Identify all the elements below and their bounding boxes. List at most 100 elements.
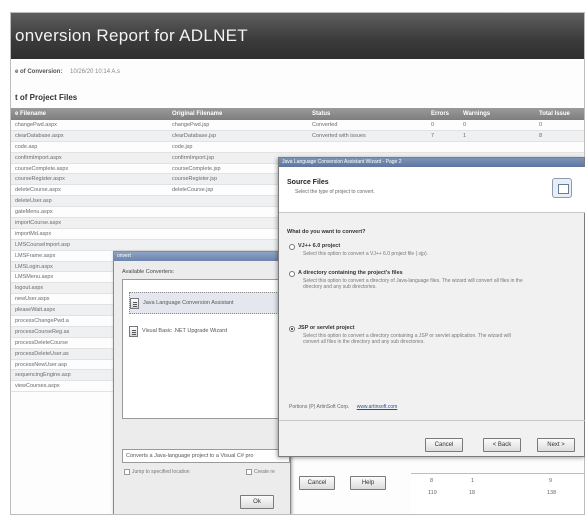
help-button[interactable]: Help xyxy=(350,476,386,490)
table-cell: pleaseWait.aspx xyxy=(15,307,56,314)
table-cell: courseRegister.aspx xyxy=(15,176,65,183)
back-button[interactable]: < Back xyxy=(483,438,521,452)
cancel-button[interactable]: Cancel xyxy=(299,476,335,490)
table-cell: code.asp xyxy=(15,143,38,150)
summary-total: 9 xyxy=(549,478,553,484)
wizard-caption: Java Language Conversion Assistant Wizar… xyxy=(279,158,584,167)
column-header: Total Issue xyxy=(539,111,570,117)
table-cell: processNewUser.asp xyxy=(15,361,67,368)
wizard-header: Source Files Select the type of project … xyxy=(279,167,585,213)
java-converter-icon xyxy=(130,297,139,309)
table-cell: processDeleteUser.as xyxy=(15,350,69,357)
table-row: clearDatabase.aspx clearDatabase.jsp Conve… xyxy=(11,130,584,142)
table-cell: courseComplete.jsp xyxy=(172,165,221,172)
table-cell: LMSLogin.aspx xyxy=(15,263,53,270)
table-cell: deleteCourse.aspx xyxy=(15,187,61,194)
table-cell: clearDatabase.jsp xyxy=(172,132,217,139)
column-header: Errors xyxy=(431,111,450,117)
table-cell: confirmImport.jsp xyxy=(172,154,215,161)
wizard-footer: Portions (P) ArtinSoft Corp. www.artinso… xyxy=(289,404,397,410)
vb-converter-icon xyxy=(129,325,138,337)
wizard-question: What do you want to convert? xyxy=(287,229,366,235)
convert-dialog: onvert Available Converters: Java Langua… xyxy=(113,251,291,514)
table-cell: processCourseReg.as xyxy=(15,328,70,335)
table-cell: sequencingEngine.asp xyxy=(15,372,71,379)
option-description: Select this option to convert a VJ++ 6.0… xyxy=(303,251,429,257)
option-directory[interactable]: A directory containing the project's fil… xyxy=(289,270,574,304)
converters-label: Available Converters: xyxy=(122,269,175,275)
column-header: Warnings xyxy=(463,111,491,117)
table-cell: LMSCourseImport.asp xyxy=(15,241,71,248)
table-header: e Filename Original Filename Status Erro… xyxy=(11,108,584,120)
divider xyxy=(279,420,585,421)
converter-description: Converts a Java-language project to a Vi… xyxy=(122,449,290,463)
summary-errors: 8 xyxy=(430,478,434,484)
option-title: A directory containing the project's fil… xyxy=(298,270,403,276)
table-cell: deleteUser.asp xyxy=(15,198,52,205)
table-cell: LMSMenu.aspx xyxy=(15,274,54,281)
converter-item-label: Visual Basic .NET Upgrade Wizard xyxy=(142,328,228,334)
table-cell: 0 xyxy=(539,122,543,128)
table-cell: 0 xyxy=(463,122,467,128)
option-jsp-servlet[interactable]: JSP or servlet project Select this optio… xyxy=(289,325,574,359)
table-cell: code.jsp xyxy=(172,143,193,150)
table-cell: importCourse.aspx xyxy=(15,220,62,227)
create-report-checkbox[interactable]: Create re xyxy=(246,469,275,475)
table-cell: changePwd.aspx xyxy=(15,122,57,128)
conversion-date-value: 10/26/20 10:14 A.s xyxy=(70,69,121,75)
radio-button[interactable] xyxy=(289,244,295,250)
converter-item-label: Java Language Conversion Assistant xyxy=(143,300,234,306)
wizard-header-title: Source Files xyxy=(287,179,329,186)
option-title: VJ++ 6.0 project xyxy=(298,243,341,249)
option-description: Select this option to convert a director… xyxy=(303,333,511,345)
table-cell: importMd.aspx xyxy=(15,230,52,237)
option-description: Select this option to convert a director… xyxy=(303,278,523,290)
table-cell: courseRegister.jsp xyxy=(172,176,218,183)
radio-button[interactable] xyxy=(289,271,295,277)
jump-to-location-checkbox[interactable]: Jump to specified location xyxy=(124,469,190,475)
converter-item-java[interactable]: Java Language Conversion Assistant xyxy=(129,292,281,314)
conversion-date: e of Conversion: 10/26/20 10:14 A.s xyxy=(15,69,120,75)
wizard-cancel-button[interactable]: Cancel xyxy=(425,438,463,452)
table-cell: LMSFrame.aspx xyxy=(15,252,56,259)
conversion-date-label: e of Conversion: xyxy=(15,69,63,75)
table-cell: deleteCourse.jsp xyxy=(172,187,214,194)
radio-button-selected[interactable] xyxy=(289,326,295,332)
checkbox-label: Jump to specified location xyxy=(132,469,190,475)
column-header: e Filename xyxy=(15,111,47,117)
summary-total: 138 xyxy=(547,490,557,496)
report-title: onversion Report for ADLNET xyxy=(11,13,584,59)
table-cell: processDeleteCourse xyxy=(15,339,68,346)
table-cell: clearDatabase.aspx xyxy=(15,132,64,139)
table-cell: Converted xyxy=(312,122,338,128)
table-cell: 8 xyxy=(539,132,543,139)
option-vj-project[interactable]: VJ++ 6.0 project Select this option to c… xyxy=(289,243,574,265)
table-cell: gateMenu.aspx xyxy=(15,209,53,216)
wizard-header-subtitle: Select the type of project to convert. xyxy=(295,189,375,195)
checkbox-box[interactable] xyxy=(124,469,130,475)
column-header: Original Filename xyxy=(172,111,223,117)
checkbox-box[interactable] xyxy=(246,469,252,475)
summary-rows: 8 1 9 119 18 138 xyxy=(411,473,584,514)
wizard-logo-icon xyxy=(552,178,572,198)
table-cell: confirmImport.aspx xyxy=(15,154,62,161)
next-button[interactable]: Next > xyxy=(537,438,575,452)
conversion-wizard: Java Language Conversion Assistant Wizar… xyxy=(278,157,585,457)
table-cell: processChangePwd.a xyxy=(15,318,69,325)
table-cell: logout.aspx xyxy=(15,285,44,292)
artinsoft-link[interactable]: www.artinsoft.com xyxy=(357,404,398,410)
table-cell: newUser.aspx xyxy=(15,296,50,303)
table-cell: courseComplete.aspx xyxy=(15,165,69,172)
converter-item-vb[interactable]: Visual Basic .NET Upgrade Wizard xyxy=(129,320,227,342)
table-cell: changePwd.jsp xyxy=(172,122,210,128)
summary-warnings: 18 xyxy=(469,490,476,496)
table-cell: 7 xyxy=(431,132,435,139)
table-row: changePwd.aspx changePwd.jsp Converted 0 0 0 xyxy=(11,120,584,131)
table-row: code.asp code.jsp xyxy=(11,142,584,153)
convert-dialog-caption: onvert xyxy=(114,252,290,261)
table-cell: 0 xyxy=(431,122,435,128)
ok-button[interactable]: Ok xyxy=(240,495,274,509)
column-header: Status xyxy=(312,111,331,117)
converters-list[interactable]: Java Language Conversion Assistant Visua… xyxy=(122,279,287,419)
checkbox-label: Create re xyxy=(254,469,275,475)
